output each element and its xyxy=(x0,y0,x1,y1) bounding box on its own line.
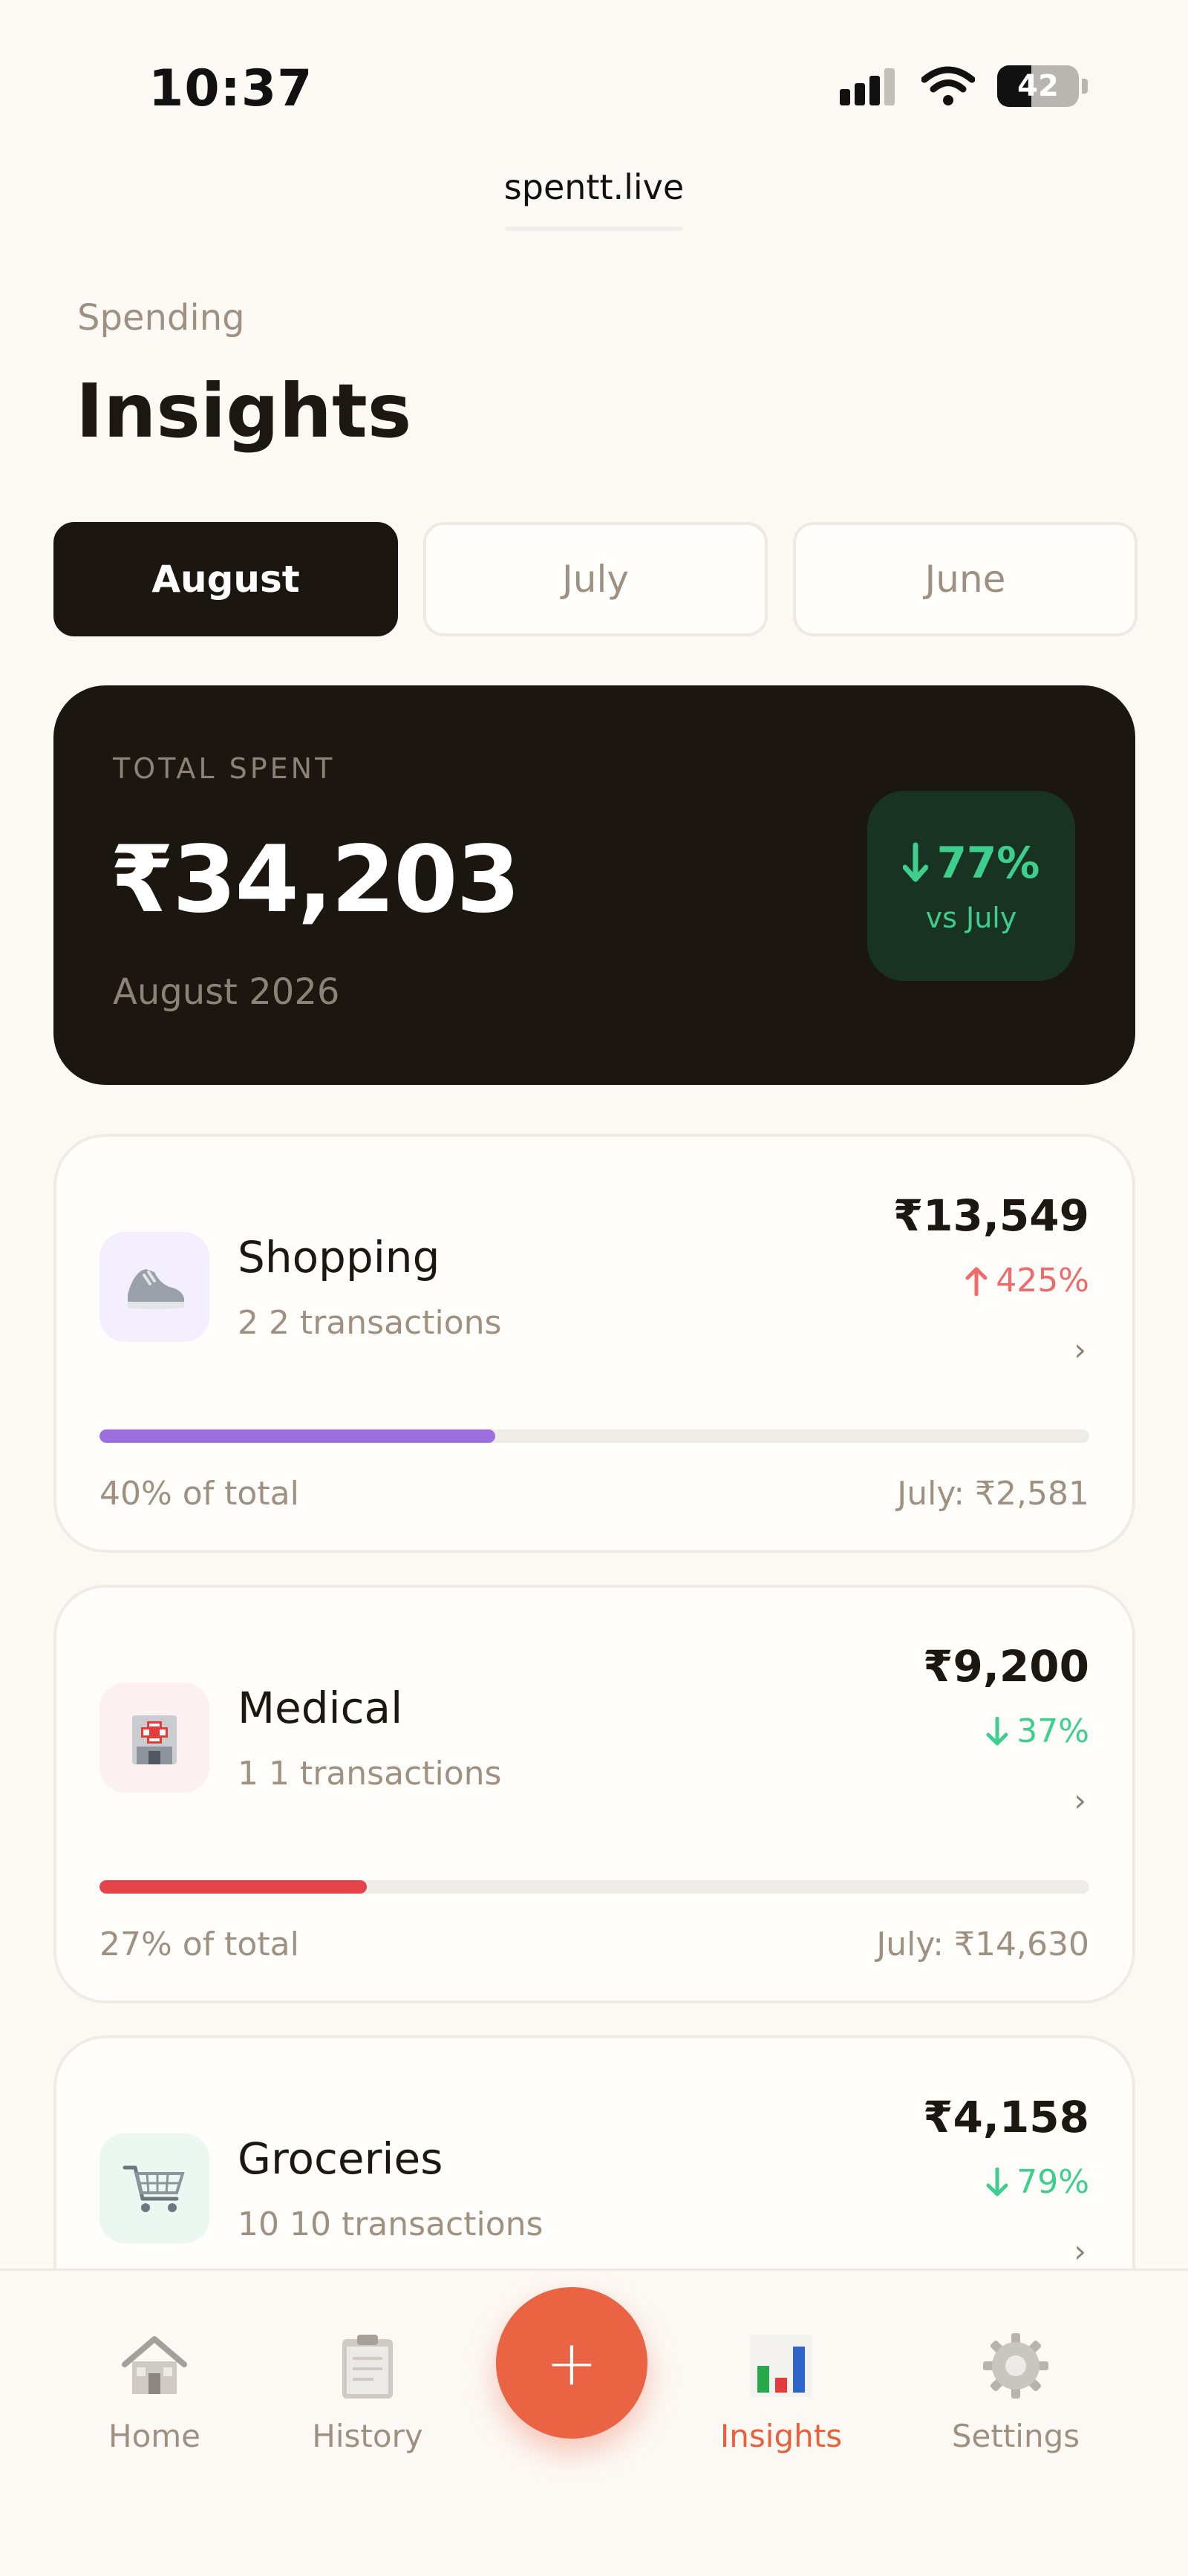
category-change: 79% xyxy=(985,2163,1089,2201)
total-spent-card: TOTAL SPENT ₹34,203 August 2026 77% vs J… xyxy=(53,685,1135,1085)
category-change-value: 37% xyxy=(1016,1712,1089,1750)
category-card-medical[interactable]: Medical 1 1 transactions ₹9,200 37% › 27… xyxy=(53,1585,1135,2003)
hospital-icon xyxy=(132,1715,177,1764)
cellular-signal-icon xyxy=(840,68,895,105)
nav-item-insights[interactable]: Insights xyxy=(692,2330,870,2454)
category-share-bar-fill xyxy=(99,1880,367,1894)
clipboard-icon xyxy=(342,2335,393,2399)
category-transaction-count: 1 1 transactions xyxy=(238,1755,502,1793)
url-bar[interactable]: spentt.live xyxy=(0,167,1188,207)
total-amount: ₹34,203 xyxy=(110,826,520,933)
nav-label: Settings xyxy=(951,2418,1080,2454)
tab-august[interactable]: August xyxy=(53,522,398,636)
nav-label: Home xyxy=(108,2418,201,2454)
status-time: 10:37 xyxy=(148,59,313,118)
nav-item-history[interactable]: History xyxy=(278,2330,457,2454)
sneaker-icon xyxy=(128,1269,184,1309)
category-amount: ₹13,549 xyxy=(892,1190,1089,1241)
category-previous-month: July: ₹2,581 xyxy=(897,1475,1089,1513)
add-expense-button[interactable]: + xyxy=(496,2287,647,2439)
arrow-down-icon xyxy=(986,1716,1008,1745)
total-label: TOTAL SPENT xyxy=(113,752,336,785)
page-eyebrow: Spending xyxy=(77,297,245,339)
chevron-right-icon[interactable]: › xyxy=(1074,2233,1086,2269)
category-icon-box xyxy=(99,2133,209,2243)
total-change-value: 77% xyxy=(936,838,1040,888)
tab-june[interactable]: June xyxy=(793,522,1138,636)
status-bar: 10:37 42 xyxy=(0,0,1188,163)
category-name: Groceries xyxy=(238,2133,443,2184)
category-icon-box xyxy=(99,1683,209,1793)
status-icons: 42 xyxy=(840,65,1088,107)
gear-icon xyxy=(983,2333,1048,2399)
category-card-shopping[interactable]: Shopping 2 2 transactions ₹13,549 425% ›… xyxy=(53,1134,1135,1553)
arrow-up-icon xyxy=(965,1267,988,1296)
category-transaction-count: 2 2 transactions xyxy=(238,1304,502,1342)
battery-indicator: 42 xyxy=(997,65,1079,107)
shopping-cart-icon xyxy=(123,2165,185,2212)
nav-item-settings[interactable]: Settings xyxy=(927,2330,1105,2454)
nav-label: Insights xyxy=(719,2418,843,2454)
category-transaction-count: 10 10 transactions xyxy=(238,2205,544,2243)
total-period: August 2026 xyxy=(113,971,340,1013)
category-share-bar-fill xyxy=(99,1429,496,1443)
category-change-value: 79% xyxy=(1016,2163,1089,2201)
chevron-right-icon[interactable]: › xyxy=(1074,1331,1086,1368)
category-share: 27% of total xyxy=(99,1926,299,1963)
battery-percent: 42 xyxy=(1017,69,1059,103)
arrow-down-icon xyxy=(902,842,928,882)
category-share-bar xyxy=(99,1429,1089,1443)
total-change-compare: vs July xyxy=(925,901,1017,934)
category-name: Shopping xyxy=(238,1232,440,1282)
nav-item-home[interactable]: Home xyxy=(65,2330,244,2454)
url-underline xyxy=(505,226,683,231)
category-amount: ₹9,200 xyxy=(923,1641,1089,1692)
category-icon-box xyxy=(99,1232,209,1342)
bar-chart-icon xyxy=(750,2335,812,2397)
category-change: 425% xyxy=(965,1262,1089,1300)
category-name: Medical xyxy=(238,1683,403,1733)
nav-label: History xyxy=(312,2418,423,2454)
chevron-right-icon[interactable]: › xyxy=(1074,1782,1086,1819)
house-icon xyxy=(122,2336,187,2394)
total-change-badge: 77% vs July xyxy=(867,791,1075,981)
category-share: 40% of total xyxy=(99,1475,299,1513)
battery-cap xyxy=(1082,79,1088,94)
arrow-down-icon xyxy=(986,2167,1008,2196)
page-title: Insights xyxy=(76,368,412,454)
tab-july[interactable]: July xyxy=(423,522,768,636)
category-change-value: 425% xyxy=(996,1262,1089,1300)
category-previous-month: July: ₹14,630 xyxy=(876,1926,1089,1963)
wifi-icon xyxy=(921,66,975,105)
month-tabs: August July June xyxy=(53,522,1138,636)
category-change: 37% xyxy=(985,1712,1089,1750)
category-amount: ₹4,158 xyxy=(923,2092,1089,2142)
category-share-bar xyxy=(99,1880,1089,1894)
